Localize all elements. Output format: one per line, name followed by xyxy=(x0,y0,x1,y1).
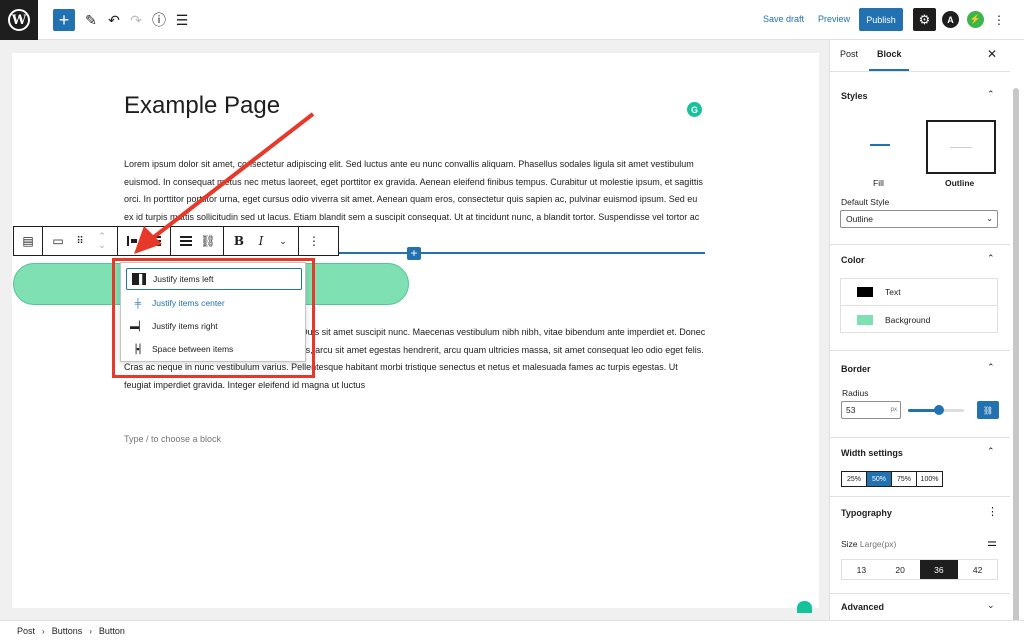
breadcrumb-item-button[interactable]: Button xyxy=(99,626,125,636)
more-options-icon[interactable]: ⋮ xyxy=(988,9,1010,31)
radius-slider-thumb[interactable] xyxy=(934,405,944,415)
top-toolbar: W + ✎ ↶ ↷ ⓘ ☰ Save draft Preview Publish… xyxy=(0,0,1024,40)
color-item-background[interactable]: Background xyxy=(841,306,997,333)
style-outline-label: Outline xyxy=(945,178,975,188)
size-label: Size Large(px) xyxy=(841,539,896,549)
performance-bolt-icon[interactable]: ⚡ xyxy=(967,11,984,28)
divider xyxy=(830,244,1010,245)
redo-icon[interactable]: ↷ xyxy=(125,9,147,31)
default-style-label: Default Style xyxy=(841,197,890,207)
style-outline-preview[interactable] xyxy=(926,120,996,174)
divider xyxy=(830,496,1010,497)
grammarly-widget-icon[interactable] xyxy=(797,601,812,613)
block-inserter-line xyxy=(300,252,705,254)
width-option-100[interactable]: 100% xyxy=(917,472,942,486)
radius-input[interactable]: 53 px xyxy=(841,401,901,419)
default-style-value: Outline xyxy=(846,214,873,224)
chevron-right-icon: › xyxy=(42,626,45,636)
chevron-up-icon[interactable]: ⌃ xyxy=(987,362,995,373)
chevron-down-icon[interactable]: ⌄ xyxy=(987,600,995,611)
block-placeholder[interactable]: Type / to choose a block xyxy=(124,434,221,444)
divider xyxy=(830,593,1010,594)
chevron-down-icon: ⌄ xyxy=(986,214,993,223)
style-fill-label: Fill xyxy=(873,178,884,188)
font-size-42[interactable]: 42 xyxy=(958,560,997,579)
custom-size-sliders-icon[interactable]: ⚌ xyxy=(987,536,997,549)
divider xyxy=(830,350,1010,351)
add-block-button[interactable]: + xyxy=(53,9,75,31)
breadcrumb: Post › Buttons › Button xyxy=(0,620,1024,641)
text-color-swatch xyxy=(857,287,873,297)
sidebar-tabs: Post Block ✕ xyxy=(830,40,1010,72)
border-panel-title[interactable]: Border xyxy=(841,364,871,374)
chevron-up-icon[interactable]: ⌃ xyxy=(987,446,995,457)
astra-icon[interactable]: A xyxy=(942,11,959,28)
chevron-up-icon[interactable]: ⌃ xyxy=(987,89,995,100)
chevron-up-icon[interactable]: ⌃ xyxy=(987,253,995,264)
advanced-panel-title[interactable]: Advanced xyxy=(841,602,884,612)
breadcrumb-item-buttons[interactable]: Buttons xyxy=(52,626,83,636)
annotation-arrow xyxy=(134,112,315,254)
inline-inserter-plus-icon[interactable]: + xyxy=(407,247,421,260)
active-tab-indicator xyxy=(869,69,909,71)
radius-label: Radius xyxy=(842,388,869,398)
radius-value: 53 xyxy=(846,405,856,415)
sidebar-scrollbar[interactable] xyxy=(1013,88,1019,620)
chevron-right-icon: › xyxy=(89,626,92,636)
size-label-text: Size xyxy=(841,539,858,549)
publish-button[interactable]: Publish xyxy=(859,8,903,31)
move-up-down-icon[interactable]: ⌃ ⌄ xyxy=(91,227,113,255)
style-fill-preview[interactable] xyxy=(840,120,920,170)
tab-block[interactable]: Block xyxy=(877,49,902,59)
font-size-13[interactable]: 13 xyxy=(842,560,881,579)
divider xyxy=(830,437,1010,438)
color-item-text[interactable]: Text xyxy=(841,279,997,306)
typography-panel-title[interactable]: Typography xyxy=(841,508,892,518)
breadcrumb-item-post[interactable]: Post xyxy=(17,626,35,636)
size-value: Large(px) xyxy=(859,539,897,549)
tab-post[interactable]: Post xyxy=(840,49,858,59)
default-style-select[interactable]: Outline ⌄ xyxy=(840,210,998,228)
tools-pen-icon[interactable]: ✎ xyxy=(80,9,102,31)
font-size-20[interactable]: 20 xyxy=(881,560,920,579)
annotation-highlight-box xyxy=(112,258,315,378)
font-size-picker: 13 20 36 42 xyxy=(841,559,998,580)
parent-buttons-icon[interactable]: ▤ xyxy=(17,227,39,255)
preview-button[interactable]: Preview xyxy=(818,14,850,24)
drag-handle-icon[interactable]: ⠿ xyxy=(69,227,91,255)
grammarly-icon[interactable]: G xyxy=(687,102,702,117)
button-block-icon[interactable]: ▭ xyxy=(47,227,69,255)
background-color-swatch xyxy=(857,314,873,325)
typography-options-icon[interactable]: ⋮ xyxy=(987,505,998,518)
wordpress-icon: W xyxy=(8,9,30,31)
info-icon[interactable]: ⓘ xyxy=(148,9,170,31)
settings-sidebar: Post Block ✕ Styles ⌃ Fill Outline Defau… xyxy=(829,40,1024,620)
width-button-group: 25% 50% 75% 100% xyxy=(841,471,943,487)
font-size-36[interactable]: 36 xyxy=(919,560,959,579)
color-item-label: Text xyxy=(885,287,901,297)
color-panel-title[interactable]: Color xyxy=(841,255,865,265)
radius-unit: px xyxy=(890,407,897,413)
save-draft-button[interactable]: Save draft xyxy=(763,14,804,24)
styles-panel-title[interactable]: Styles xyxy=(841,91,868,101)
color-list: Text Background xyxy=(840,278,998,333)
width-panel-title[interactable]: Width settings xyxy=(841,448,903,458)
width-option-75[interactable]: 75% xyxy=(892,472,917,486)
width-option-50[interactable]: 50% xyxy=(867,472,892,486)
width-option-25[interactable]: 25% xyxy=(842,472,867,486)
list-view-icon[interactable]: ☰ xyxy=(171,9,193,31)
link-corners-icon[interactable]: ⛓ xyxy=(977,401,999,419)
color-item-label: Background xyxy=(885,314,931,325)
close-icon[interactable]: ✕ xyxy=(987,47,997,61)
undo-icon[interactable]: ↶ xyxy=(103,9,125,31)
wordpress-logo[interactable]: W xyxy=(0,0,38,40)
settings-gear-icon[interactable]: ⚙ xyxy=(913,8,936,31)
